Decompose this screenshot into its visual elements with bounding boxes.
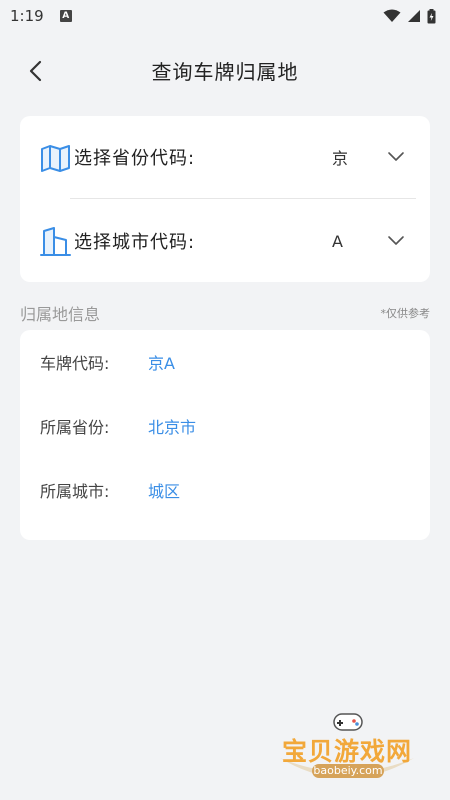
- section-title: 归属地信息: [20, 305, 101, 324]
- wifi-icon: [383, 9, 401, 22]
- chevron-down-icon: [388, 152, 404, 161]
- info-label: 车牌代码:: [40, 354, 110, 373]
- info-value: 京A: [148, 354, 175, 373]
- info-row-plate-code: 车牌代码: 京A: [40, 347, 175, 377]
- status-time: 1:19: [10, 7, 44, 25]
- app-header: 查询车牌归属地: [0, 40, 450, 100]
- page-title: 查询车牌归属地: [151, 59, 299, 84]
- info-section-heading: 归属地信息 *仅供参考: [20, 300, 430, 326]
- notification-a-icon: A: [59, 10, 72, 22]
- info-row-province: 所属省份: 北京市: [40, 411, 196, 441]
- info-card: 车牌代码: 京A 所属省份: 北京市 所属城市: 城区: [20, 330, 430, 540]
- map-icon: [41, 145, 70, 172]
- info-value: 城区: [148, 482, 181, 501]
- city-building-icon: [40, 227, 71, 256]
- watermark-logo: 宝贝游戏网 baobeiy.com: [272, 708, 422, 794]
- chevron-down-icon: [388, 236, 404, 245]
- cell-signal-icon: [408, 10, 420, 22]
- province-selector[interactable]: 选择省份代码: 京: [20, 116, 430, 198]
- status-icons: [383, 8, 436, 24]
- watermark-url: baobeiy.com: [312, 764, 384, 778]
- section-note: *仅供参考: [380, 307, 431, 320]
- back-button[interactable]: [18, 54, 52, 88]
- info-value: 北京市: [148, 418, 197, 437]
- status-bar: 1:19 A: [0, 0, 450, 32]
- chevron-left-icon: [29, 60, 42, 82]
- info-label: 所属城市:: [40, 482, 110, 501]
- city-selector[interactable]: 选择城市代码: A: [20, 200, 430, 282]
- selector-divider: [70, 198, 416, 199]
- gamepad-icon: [333, 713, 363, 731]
- selector-card: 选择省份代码: 京 选择城市代码: A: [20, 116, 430, 282]
- city-selector-label: 选择城市代码:: [74, 232, 196, 253]
- city-selector-value: A: [332, 231, 343, 251]
- watermark-text: 宝贝游戏网: [281, 737, 412, 766]
- info-row-city: 所属城市: 城区: [40, 475, 180, 505]
- province-selector-value: 京: [332, 149, 349, 168]
- info-label: 所属省份:: [40, 418, 110, 437]
- province-selector-label: 选择省份代码:: [74, 148, 196, 169]
- battery-icon: [427, 8, 436, 23]
